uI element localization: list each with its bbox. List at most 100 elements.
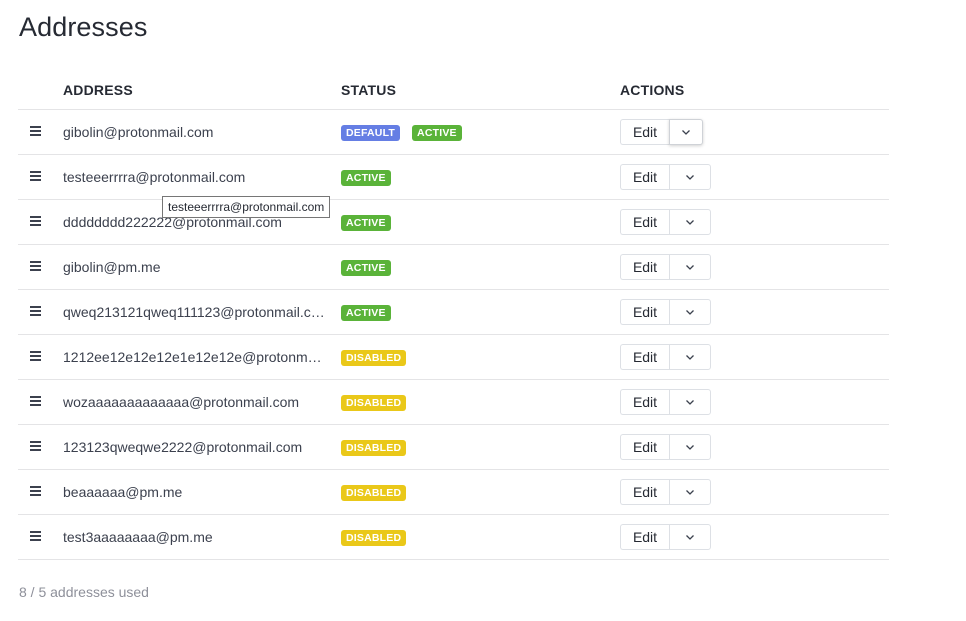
column-header-status: STATUS <box>341 82 397 98</box>
table-row: qweq213121qweq111123@protonmail.com ACTIV… <box>18 290 889 335</box>
table-row: gibolin@pm.me ACTIVE Edit <box>18 245 889 290</box>
actions-dropdown-button[interactable] <box>669 299 711 325</box>
status-badges: ACTIVE <box>341 215 391 231</box>
edit-button[interactable]: Edit <box>620 389 669 415</box>
status-badges: DISABLED <box>341 350 407 366</box>
address-email: gibolin@protonmail.com <box>63 124 214 140</box>
chevron-down-icon <box>686 264 694 270</box>
address-email: gibolin@pm.me <box>63 259 161 275</box>
actions-dropdown-button[interactable] <box>669 434 711 460</box>
table-row: testeeerrrra@protonmail.com ACTIVE Edit <box>18 155 889 200</box>
drag-handle-icon[interactable] <box>30 531 41 542</box>
table-row: test3aaaaaaaa@pm.me DISABLED Edit <box>18 515 889 560</box>
edit-button[interactable]: Edit <box>620 434 669 460</box>
drag-handle-icon[interactable] <box>30 486 41 497</box>
edit-button[interactable]: Edit <box>620 119 669 145</box>
status-badges: DISABLED <box>341 440 407 456</box>
status-badges: DISABLED <box>341 530 407 546</box>
chevron-down-icon <box>686 489 694 495</box>
actions-button-group: Edit <box>620 344 711 370</box>
drag-handle-icon[interactable] <box>30 441 41 452</box>
table-row: wozaaaaaaaaaaaaa@protonmail.com DISABLED E… <box>18 380 889 425</box>
drag-handle-icon[interactable] <box>30 306 41 317</box>
address-email: testeeerrrra@protonmail.com <box>63 169 246 185</box>
actions-dropdown-button[interactable] <box>669 389 711 415</box>
disabled-status-badge: DISABLED <box>341 440 407 456</box>
edit-button[interactable]: Edit <box>620 524 669 550</box>
status-badges: ACTIVE <box>341 305 391 321</box>
edit-button[interactable]: Edit <box>620 344 669 370</box>
address-email: 123123qweqwe2222@protonmail.com <box>63 439 303 455</box>
disabled-status-badge: DISABLED <box>341 530 407 546</box>
active-status-badge: ACTIVE <box>341 215 391 231</box>
status-badges: ACTIVE <box>341 170 391 186</box>
address-email: qweq213121qweq111123@protonmail.com <box>63 304 325 320</box>
actions-button-group: Edit <box>620 299 711 325</box>
address-email: wozaaaaaaaaaaaaa@protonmail.com <box>63 394 300 410</box>
drag-handle-icon[interactable] <box>30 171 41 182</box>
actions-dropdown-button[interactable] <box>669 254 711 280</box>
actions-button-group: Edit <box>620 524 711 550</box>
edit-button[interactable]: Edit <box>620 254 669 280</box>
actions-dropdown-button[interactable] <box>669 479 711 505</box>
table-header: ADDRESS STATUS ACTIONS <box>18 70 889 110</box>
column-header-actions: ACTIONS <box>620 82 685 98</box>
chevron-down-icon <box>686 444 694 450</box>
chevron-down-icon <box>682 129 690 135</box>
table-row: 1212ee12e12e12e1e12e12e@protonmail.com DI… <box>18 335 889 380</box>
actions-button-group: Edit <box>620 479 711 505</box>
addresses-page: Addresses ADDRESS STATUS ACTIONS gibolin… <box>0 0 966 621</box>
drag-handle-icon[interactable] <box>30 261 41 272</box>
active-status-badge: ACTIVE <box>412 125 462 141</box>
actions-dropdown-button[interactable] <box>669 164 711 190</box>
actions-dropdown-button[interactable] <box>669 209 711 235</box>
table-row: dddddddd222222@protonmail.com ACTIVE Edit <box>18 200 889 245</box>
active-status-badge: ACTIVE <box>341 260 391 276</box>
table-row: 123123qweqwe2222@protonmail.com DISABLED E… <box>18 425 889 470</box>
actions-dropdown-button[interactable] <box>669 119 703 145</box>
table-row: beaaaaaa@pm.me DISABLED Edit <box>18 470 889 515</box>
column-header-address: ADDRESS <box>63 82 133 98</box>
actions-button-group: Edit <box>620 209 711 235</box>
chevron-down-icon <box>686 534 694 540</box>
status-badges: DISABLED <box>341 485 407 501</box>
chevron-down-icon <box>686 309 694 315</box>
table-body: gibolin@protonmail.com DEFAULT ACTIVE Edit t… <box>18 110 889 560</box>
chevron-down-icon <box>686 354 694 360</box>
address-email: test3aaaaaaaa@pm.me <box>63 529 213 545</box>
edit-button[interactable]: Edit <box>620 209 669 235</box>
status-badges: ACTIVE <box>341 260 391 276</box>
active-status-badge: ACTIVE <box>341 305 391 321</box>
edit-button[interactable]: Edit <box>620 299 669 325</box>
drag-handle-icon[interactable] <box>30 216 41 227</box>
actions-button-group: Edit <box>620 434 711 460</box>
actions-dropdown-button[interactable] <box>669 524 711 550</box>
drag-handle-icon[interactable] <box>30 396 41 407</box>
edit-button[interactable]: Edit <box>620 479 669 505</box>
actions-button-group: Edit <box>620 254 711 280</box>
edit-button[interactable]: Edit <box>620 164 669 190</box>
chevron-down-icon <box>686 219 694 225</box>
address-email: beaaaaaa@pm.me <box>63 484 183 500</box>
actions-button-group: Edit <box>620 164 711 190</box>
disabled-status-badge: DISABLED <box>341 350 407 366</box>
address-email: 1212ee12e12e12e1e12e12e@protonmail.com <box>63 349 325 365</box>
disabled-status-badge: DISABLED <box>341 395 407 411</box>
actions-dropdown-button[interactable] <box>669 344 711 370</box>
default-status-badge: DEFAULT <box>341 125 401 141</box>
chevron-down-icon <box>686 399 694 405</box>
active-status-badge: ACTIVE <box>341 170 391 186</box>
address-usage-count: 8 / 5 addresses used <box>19 584 149 600</box>
table-row: gibolin@protonmail.com DEFAULT ACTIVE Edit <box>18 110 889 155</box>
drag-handle-icon[interactable] <box>30 351 41 362</box>
disabled-status-badge: DISABLED <box>341 485 407 501</box>
address-tooltip: testeeerrrra@protonmail.com <box>162 196 331 218</box>
addresses-table: ADDRESS STATUS ACTIONS gibolin@protonmai… <box>18 70 889 560</box>
status-badges: DEFAULT ACTIVE <box>341 125 462 141</box>
page-title: Addresses <box>19 12 148 42</box>
actions-button-group: Edit <box>620 389 711 415</box>
drag-handle-icon[interactable] <box>30 126 41 137</box>
status-badges: DISABLED <box>341 395 407 411</box>
chevron-down-icon <box>686 174 694 180</box>
actions-button-group: Edit <box>620 119 703 145</box>
